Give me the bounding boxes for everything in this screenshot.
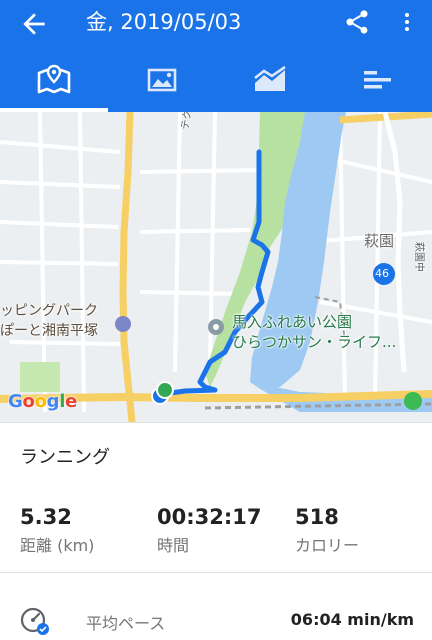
divider xyxy=(0,422,432,423)
route-number-label: 46 xyxy=(375,267,389,280)
tab-charts[interactable] xyxy=(216,52,324,112)
tab-map[interactable] xyxy=(0,52,108,112)
map-icon xyxy=(37,64,71,94)
list-icon xyxy=(364,71,391,89)
tab-bar xyxy=(0,52,432,112)
toolbar: 金, 2019/05/03 xyxy=(0,0,432,48)
distance-label: 距離 (km) xyxy=(20,536,95,555)
route-map[interactable]: テクノロード通り ッピングパーク ぽーと湘南平塚 馬入ふれあい公園 ひらつかサン… xyxy=(0,112,432,422)
activity-type: ランニング xyxy=(20,447,110,468)
avg-pace-label: 平均ペース xyxy=(86,614,166,633)
duration-label: 時間 xyxy=(157,536,190,555)
calories-value: 518 xyxy=(295,505,339,529)
poi-label-mall-2: ぽーと湘南平塚 xyxy=(0,323,98,339)
poi-label-park-2: ひらつかサン・ライフ... xyxy=(232,333,397,351)
divider xyxy=(0,572,432,573)
app-bar: 金, 2019/05/03 xyxy=(0,0,432,112)
speedometer-icon xyxy=(20,607,49,635)
poi-label-park-1: 馬入ふれあい公園 xyxy=(232,313,353,331)
image-icon xyxy=(147,68,177,92)
arrow-back-icon[interactable] xyxy=(18,8,50,40)
map-background xyxy=(0,112,432,422)
page-title: 金, 2019/05/03 xyxy=(86,10,242,34)
chart-icon xyxy=(254,65,286,91)
share-icon[interactable] xyxy=(343,8,371,36)
district-label: 萩園 xyxy=(364,232,395,250)
station-label: 萩園中 xyxy=(413,242,424,272)
google-logo: Google xyxy=(8,391,78,412)
tab-photos[interactable] xyxy=(108,52,216,112)
avg-pace-value: 06:04 min/km xyxy=(290,610,414,629)
distance-value: 5.32 xyxy=(20,505,72,529)
calories-label: カロリー xyxy=(295,536,360,555)
tab-laps[interactable] xyxy=(324,52,432,112)
poi-label-mall-1: ッピングパーク xyxy=(0,303,98,319)
duration-value: 00:32:17 xyxy=(157,505,262,529)
more-vert-icon[interactable] xyxy=(395,8,419,36)
